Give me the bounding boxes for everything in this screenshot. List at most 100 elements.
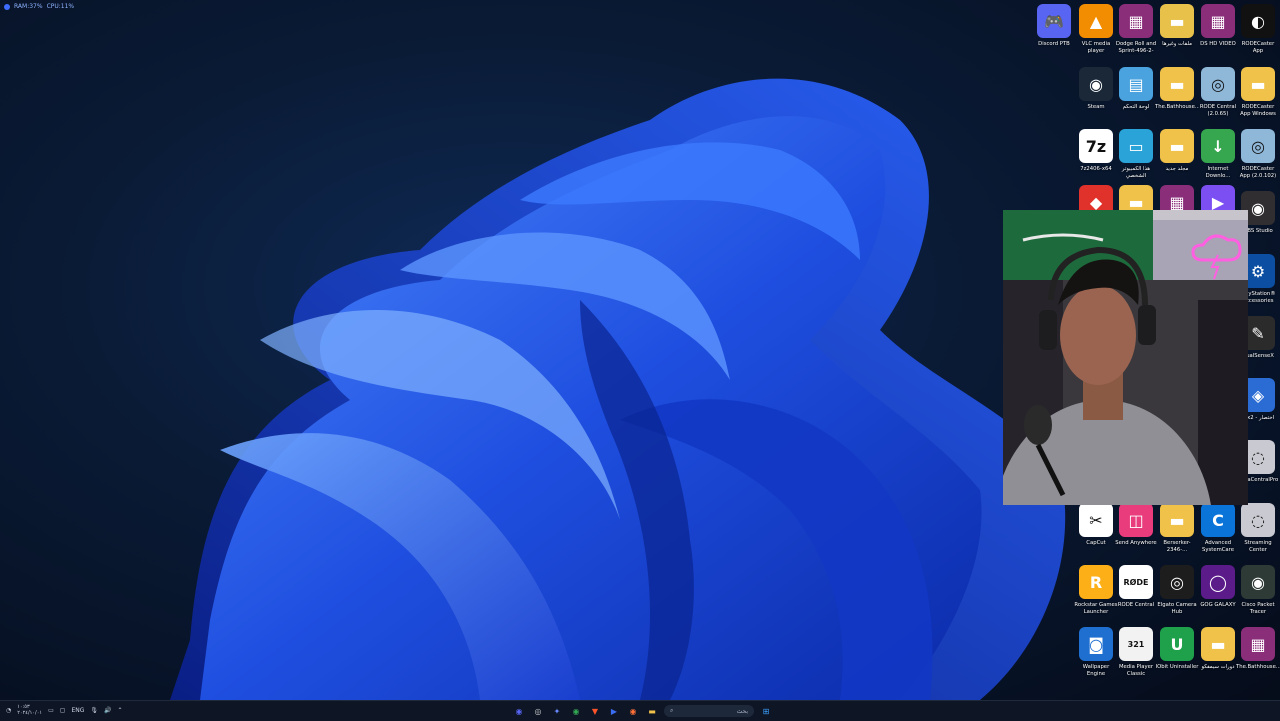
- desktop-icon[interactable]: 🎮 Discord PTB: [1032, 4, 1076, 48]
- desktop-icon[interactable]: RØDE RODE Central: [1114, 565, 1158, 609]
- desktop-icon-label: Dodge Roll and Sprint-496-2-30...: [1115, 41, 1157, 54]
- desktop-icon[interactable]: ▦ DS HD VIDEO: [1196, 4, 1240, 48]
- volume-icon[interactable]: 🔊: [104, 707, 111, 714]
- desktop-icon[interactable]: ◉ Steam: [1074, 67, 1118, 111]
- desktop-icon[interactable]: ▬ مجلد جديد: [1155, 129, 1199, 173]
- webcam-feed-image: [1003, 210, 1248, 505]
- desktop-icon[interactable]: ◫ Send Anywhere: [1114, 503, 1158, 547]
- app-icon: ▬: [1160, 129, 1194, 163]
- taskbar-app-chrome[interactable]: ◉: [569, 704, 583, 718]
- desktop-icon-label: RODE Central: [1117, 602, 1155, 608]
- desktop-icon[interactable]: ◐ RODECaster App: [1236, 4, 1280, 55]
- clock-date: ٢٠٢٤/١٠/٠١: [17, 710, 43, 716]
- desktop-icon[interactable]: ▬ RODECaster App Windows v2.0.102: [1236, 67, 1280, 118]
- desktop-icon[interactable]: ▬ دورات سيمفكو: [1196, 627, 1240, 671]
- desktop-icon-label: Discord PTB: [1038, 41, 1070, 47]
- desktop-icon-label: مجلد جديد: [1165, 166, 1189, 172]
- app-icon: ▦: [1241, 627, 1275, 661]
- desktop-icon-label: Rockstar Games Launcher: [1074, 602, 1118, 615]
- app-icon: ◉: [1241, 565, 1275, 599]
- taskbar-app-app[interactable]: ✦: [550, 704, 564, 718]
- app-icon: ✂: [1079, 503, 1113, 537]
- app-icon: 321: [1119, 627, 1153, 661]
- desktop-icon[interactable]: C Advanced SystemCare: [1196, 503, 1240, 554]
- taskbar-app-firefox[interactable]: ◉: [626, 704, 640, 718]
- desktop-icon[interactable]: ▶: [1196, 185, 1240, 210]
- desktop-icon[interactable]: ▭ هذا الكمبيوتر الشخصي: [1114, 129, 1158, 180]
- search-box[interactable]: ⌕ بحث: [664, 705, 754, 717]
- desktop-icon[interactable]: ◎ RODE Central (2.0.65): [1196, 67, 1240, 118]
- desktop-icon[interactable]: ▲ VLC media player: [1074, 4, 1118, 55]
- desktop-icon-label: Berserker-2346-...: [1163, 540, 1191, 553]
- network-icon[interactable]: ▭: [48, 707, 54, 714]
- app-icon: U: [1160, 627, 1194, 661]
- overlay-icon: [4, 3, 10, 10]
- display-icon[interactable]: ▢: [60, 707, 66, 714]
- app-icon: ◉: [1079, 67, 1113, 101]
- app-icon: ◎: [1241, 129, 1275, 163]
- desktop-icon-label: Wallpaper Engine: [1082, 664, 1110, 677]
- desktop-icon[interactable]: ▬ Berserker-2346-...: [1155, 503, 1199, 554]
- desktop-icon[interactable]: ◆: [1074, 185, 1118, 210]
- pinned-apps: ◉ ◎ ✦ ◉ ▼ ▶ ◉ ▬: [512, 704, 659, 718]
- desktop-icon-label: Send Anywhere: [1115, 540, 1157, 546]
- desktop-icon-label: RODECaster App Windows v2.0.102: [1240, 104, 1276, 117]
- taskbar: ◔ ١٠:٥٣ ٢٠٢٤/١٠/٠١ ▭ ▢ ENG 🎙 🔊 ⌃ ◉ ◎ ✦ ◉ ▼ ▶ ◉…: [0, 700, 1280, 721]
- desktop-icon[interactable]: ▬: [1114, 185, 1158, 210]
- taskbar-app-obs[interactable]: ◎: [531, 704, 545, 718]
- app-icon: ▤: [1119, 67, 1153, 101]
- desktop-icon[interactable]: 7z 7z2406-x64: [1074, 129, 1118, 173]
- app-icon: ▲: [1079, 4, 1113, 38]
- app-icon: ◎: [1160, 565, 1194, 599]
- app-icon: ◫: [1119, 503, 1153, 537]
- desktop-icon[interactable]: ◯ GOG GALAXY: [1196, 565, 1240, 609]
- taskbar-app-discord[interactable]: ◉: [512, 704, 526, 718]
- taskbar-app-brave[interactable]: ▼: [588, 704, 602, 718]
- app-icon: ▬: [1160, 67, 1194, 101]
- desktop-icon[interactable]: U IObit Uninstaller: [1155, 627, 1199, 671]
- webcam-overlay: [1003, 210, 1248, 505]
- start-button[interactable]: ⊞: [759, 704, 773, 718]
- search-icon: ⌕: [670, 707, 674, 714]
- desktop-icon[interactable]: ↓ Internet Downlo...: [1196, 129, 1240, 180]
- desktop-icon-label: Cisco Packet Tracer: [1241, 602, 1275, 615]
- desktop-icon[interactable]: ▬ ملفات وغيرها: [1155, 4, 1199, 48]
- app-icon: ◆: [1079, 185, 1113, 210]
- performance-overlay: RAM:37% CPU:11%: [4, 3, 74, 10]
- desktop-icon-label: The.Bathhouse...: [1155, 104, 1199, 110]
- taskbar-app-file-explorer[interactable]: ▬: [645, 704, 659, 718]
- desktop-icon[interactable]: ◎ Elgato Camera Hub: [1155, 565, 1199, 616]
- desktop-icon[interactable]: ▦ Dodge Roll and Sprint-496-2-30...: [1114, 4, 1158, 55]
- desktop-icon[interactable]: ▬ The.Bathhouse...: [1155, 67, 1199, 111]
- desktop-icon[interactable]: ▤ لوحة التحكم: [1114, 67, 1158, 111]
- app-icon: R: [1079, 565, 1113, 599]
- app-icon: ▭: [1119, 129, 1153, 163]
- wifi-icon[interactable]: ◔: [6, 707, 11, 714]
- language-indicator[interactable]: ENG: [71, 707, 84, 714]
- desktop-icon[interactable]: ▦: [1155, 185, 1199, 210]
- chevron-up-icon[interactable]: ⌃: [118, 707, 123, 714]
- desktop-icon[interactable]: R Rockstar Games Launcher: [1074, 565, 1118, 616]
- desktop-icon-label: RODECaster App (2.0.102): [1239, 166, 1277, 179]
- desktop-icon-label: Elgato Camera Hub: [1157, 602, 1197, 615]
- clock[interactable]: ١٠:٥٣ ٢٠٢٤/١٠/٠١: [17, 704, 42, 716]
- desktop-icon-label: DS HD VIDEO: [1200, 41, 1236, 47]
- taskbar-app-media[interactable]: ▶: [607, 704, 621, 718]
- desktop-icon[interactable]: ▦ The.Bathhouse...: [1236, 627, 1280, 671]
- app-icon: ◎: [1201, 67, 1235, 101]
- microphone-icon[interactable]: 🎙: [90, 707, 98, 714]
- app-icon: 7z: [1079, 129, 1113, 163]
- desktop-icon-label: 7z2406-x64: [1080, 166, 1112, 172]
- app-icon: ▬: [1160, 503, 1194, 537]
- desktop-icon[interactable]: ◙ Wallpaper Engine: [1074, 627, 1118, 678]
- app-icon: ◐: [1241, 4, 1275, 38]
- desktop-icon[interactable]: ◉ Cisco Packet Tracer: [1236, 565, 1280, 616]
- desktop-icon-label: RODECaster App: [1241, 41, 1275, 54]
- desktop-icon-label: GOG GALAXY: [1200, 602, 1236, 608]
- desktop-icon[interactable]: ✂ CapCut: [1074, 503, 1118, 547]
- desktop-icon[interactable]: ◌ Streaming Center: [1236, 503, 1280, 554]
- app-icon: ▬: [1160, 4, 1194, 38]
- desktop-icon[interactable]: 321 Media Player Classic: [1114, 627, 1158, 678]
- desktop-icon-label: Streaming Center: [1244, 540, 1272, 553]
- desktop-icon[interactable]: ◎ RODECaster App (2.0.102): [1236, 129, 1280, 180]
